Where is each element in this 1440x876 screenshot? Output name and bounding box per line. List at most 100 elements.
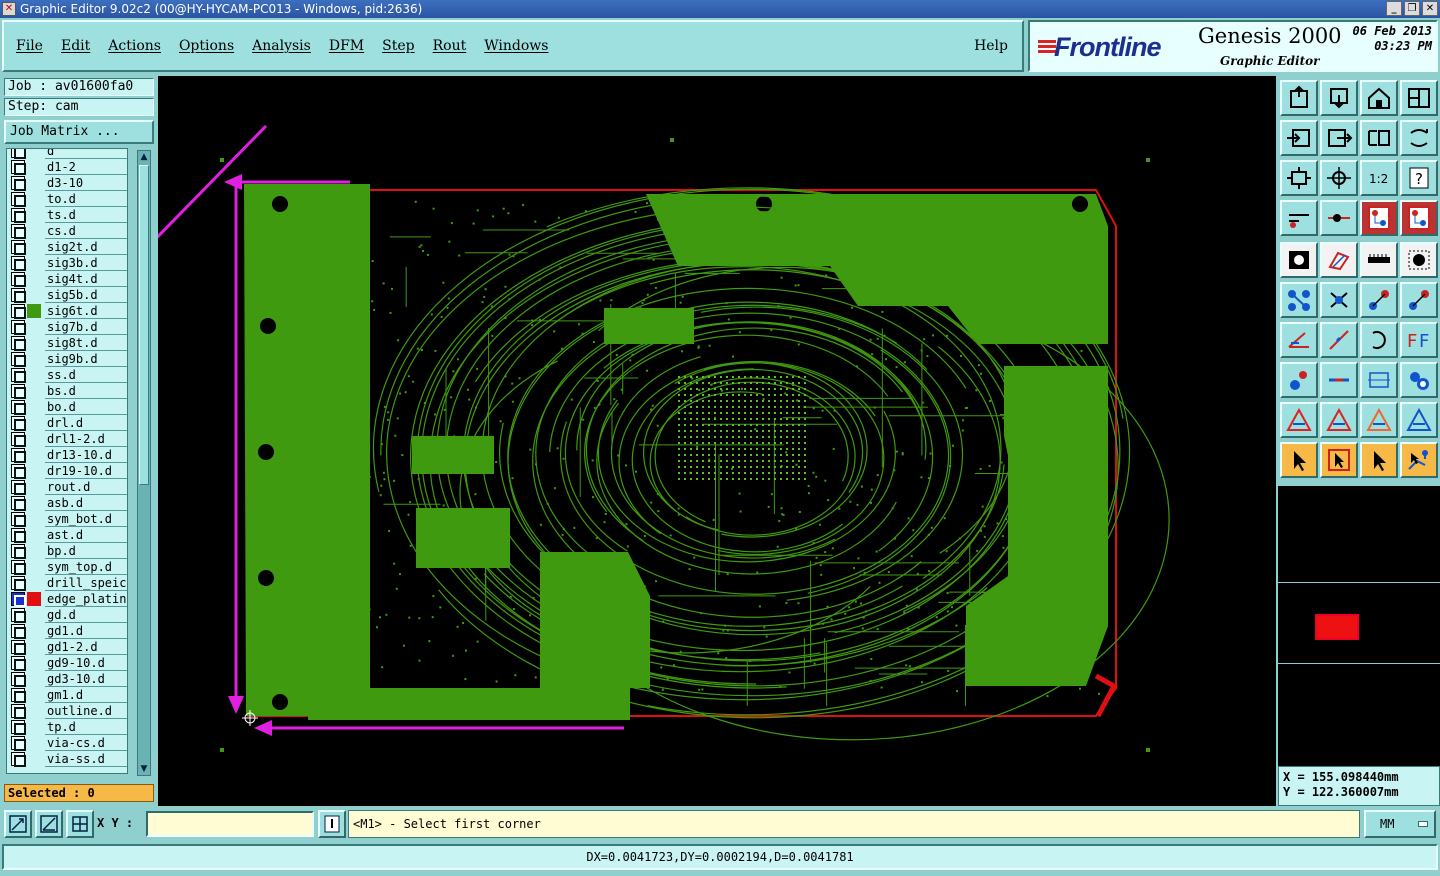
layer-row[interactable]: bp.d xyxy=(7,543,127,559)
layer-name[interactable]: dr13-10.d xyxy=(45,447,127,463)
layer-row[interactable]: tp.d xyxy=(7,719,127,735)
zoom-area-button[interactable] xyxy=(4,810,32,838)
layer-checkbox[interactable] xyxy=(11,576,26,591)
layer-checkbox[interactable] xyxy=(11,160,26,175)
layer-checkbox[interactable] xyxy=(11,192,26,207)
layer-checkbox[interactable] xyxy=(11,640,26,655)
layer-checkbox[interactable] xyxy=(11,656,26,671)
layer-name[interactable]: gd3-10.d xyxy=(45,671,127,687)
layer-checkbox[interactable] xyxy=(11,512,26,527)
layer-name[interactable]: outline.d xyxy=(45,703,127,719)
ruler-button[interactable] xyxy=(1360,242,1398,278)
layer-row[interactable]: gd.d xyxy=(7,607,127,623)
layer-row[interactable]: rout.d xyxy=(7,479,127,495)
triangle-red-button[interactable] xyxy=(1320,402,1358,438)
triangle-orange-button[interactable] xyxy=(1360,402,1398,438)
layer-name[interactable]: dr19-10.d xyxy=(45,463,127,479)
layer-name[interactable]: sig9b.d xyxy=(45,351,127,367)
menu-file[interactable]: File xyxy=(16,38,43,54)
layer-name[interactable]: bp.d xyxy=(45,543,127,559)
scale-button[interactable]: 1:2 xyxy=(1360,160,1398,196)
layer-name[interactable]: sym_top.d xyxy=(45,559,127,575)
layer-checkbox[interactable] xyxy=(11,352,26,367)
layer-name[interactable]: gd.d xyxy=(45,607,127,623)
move-button[interactable] xyxy=(1360,282,1398,318)
layer-name[interactable]: tp.d xyxy=(45,719,127,735)
pointer-box-button[interactable] xyxy=(1360,442,1398,478)
layer-checkbox[interactable] xyxy=(11,592,26,607)
layer-row[interactable]: bo.d xyxy=(7,399,127,415)
layer-name[interactable]: gd9-10.d xyxy=(45,655,127,671)
layer-row[interactable]: via-ss.d xyxy=(7,751,127,767)
layer-row[interactable]: ss.d xyxy=(7,367,127,383)
layer-row[interactable]: ast.d xyxy=(7,527,127,543)
layer-name[interactable]: edge_plating xyxy=(45,591,127,607)
layer-checkbox[interactable] xyxy=(11,608,26,623)
menu-step[interactable]: Step xyxy=(382,38,414,54)
triangle-button[interactable] xyxy=(1280,402,1318,438)
layer-name[interactable]: d xyxy=(45,149,127,159)
layer-row[interactable]: d xyxy=(7,149,127,159)
group-button[interactable] xyxy=(1400,362,1438,398)
layer-checkbox[interactable] xyxy=(11,704,26,719)
arc-button[interactable] xyxy=(1360,322,1398,358)
layer-row[interactable]: gd9-10.d xyxy=(7,655,127,671)
layer-checkbox[interactable] xyxy=(11,304,26,319)
copy-button[interactable] xyxy=(1400,282,1438,318)
redraw-button[interactable] xyxy=(1400,120,1438,156)
center-button[interactable] xyxy=(1320,160,1358,196)
layer-name[interactable]: asb.d xyxy=(45,495,127,511)
layer-name[interactable]: sym_bot.d xyxy=(45,511,127,527)
menu-dfm[interactable]: DFM xyxy=(329,38,364,54)
layer-name[interactable]: via-cs.d xyxy=(45,735,127,751)
layer-row[interactable]: sig8t.d xyxy=(7,335,127,351)
layer-row[interactable]: drill_speical xyxy=(7,575,127,591)
layer-checkbox[interactable] xyxy=(11,528,26,543)
xy-input[interactable] xyxy=(146,811,314,837)
layer-name[interactable]: drill_speical xyxy=(45,575,127,591)
select-net-button[interactable] xyxy=(1400,442,1438,478)
layer-name[interactable]: ast.d xyxy=(45,527,127,543)
triangle-blue-button[interactable] xyxy=(1400,402,1438,438)
minimize-icon[interactable]: _ xyxy=(1386,1,1402,16)
layer-checkbox[interactable] xyxy=(11,336,26,351)
layer-row[interactable]: d3-10 xyxy=(7,175,127,191)
slash-button[interactable] xyxy=(1320,322,1358,358)
layer-checkbox[interactable] xyxy=(11,320,26,335)
layer-name[interactable]: bs.d xyxy=(45,383,127,399)
menu-help[interactable]: Help xyxy=(974,38,1008,54)
layer-name[interactable]: d3-10 xyxy=(45,175,127,191)
layer-checkbox[interactable] xyxy=(11,496,26,511)
layer-name[interactable]: drl.d xyxy=(45,415,127,431)
layer-row[interactable]: via-cs.d xyxy=(7,735,127,751)
job-matrix-button[interactable]: Job Matrix ... xyxy=(4,120,154,144)
menu-rout[interactable]: Rout xyxy=(433,38,467,54)
layer-row[interactable]: dr19-10.d xyxy=(7,463,127,479)
layer-checkbox[interactable] xyxy=(11,416,26,431)
layer-checkbox[interactable] xyxy=(11,464,26,479)
layer-row[interactable]: dr13-10.d xyxy=(7,447,127,463)
layer-up-button[interactable] xyxy=(1360,200,1398,236)
layer-checkbox[interactable] xyxy=(11,752,26,767)
layer-list[interactable]: d d1-2 d3-10 to.d ts.d cs.d sig2t.d sig3b.d sig4… xyxy=(6,148,128,774)
line-button[interactable] xyxy=(1280,322,1318,358)
layer-row[interactable]: sig9b.d xyxy=(7,351,127,367)
layer-name[interactable]: sig8t.d xyxy=(45,335,127,351)
snap-button[interactable] xyxy=(1320,200,1358,236)
layer-name[interactable]: bo.d xyxy=(45,399,127,415)
window-button[interactable] xyxy=(1400,80,1438,116)
layer-checkbox[interactable] xyxy=(11,544,26,559)
layer-checkbox[interactable] xyxy=(11,208,26,223)
layer-row[interactable]: sig7b.d xyxy=(7,319,127,335)
layer-name[interactable]: sig2t.d xyxy=(45,239,127,255)
layer-checkbox[interactable] xyxy=(11,176,26,191)
layer-list-scrollbar[interactable]: ▲ ▼ xyxy=(137,150,151,776)
layer-checkbox[interactable] xyxy=(11,560,26,575)
add-pad-button[interactable] xyxy=(1280,282,1318,318)
select-box-button[interactable] xyxy=(1320,442,1358,478)
layer-down-button[interactable] xyxy=(1400,200,1438,236)
layer-row[interactable]: asb.d xyxy=(7,495,127,511)
layer-name[interactable]: sig7b.d xyxy=(45,319,127,335)
layer-row[interactable]: drl1-2.d xyxy=(7,431,127,447)
layer-row[interactable]: cs.d xyxy=(7,223,127,239)
